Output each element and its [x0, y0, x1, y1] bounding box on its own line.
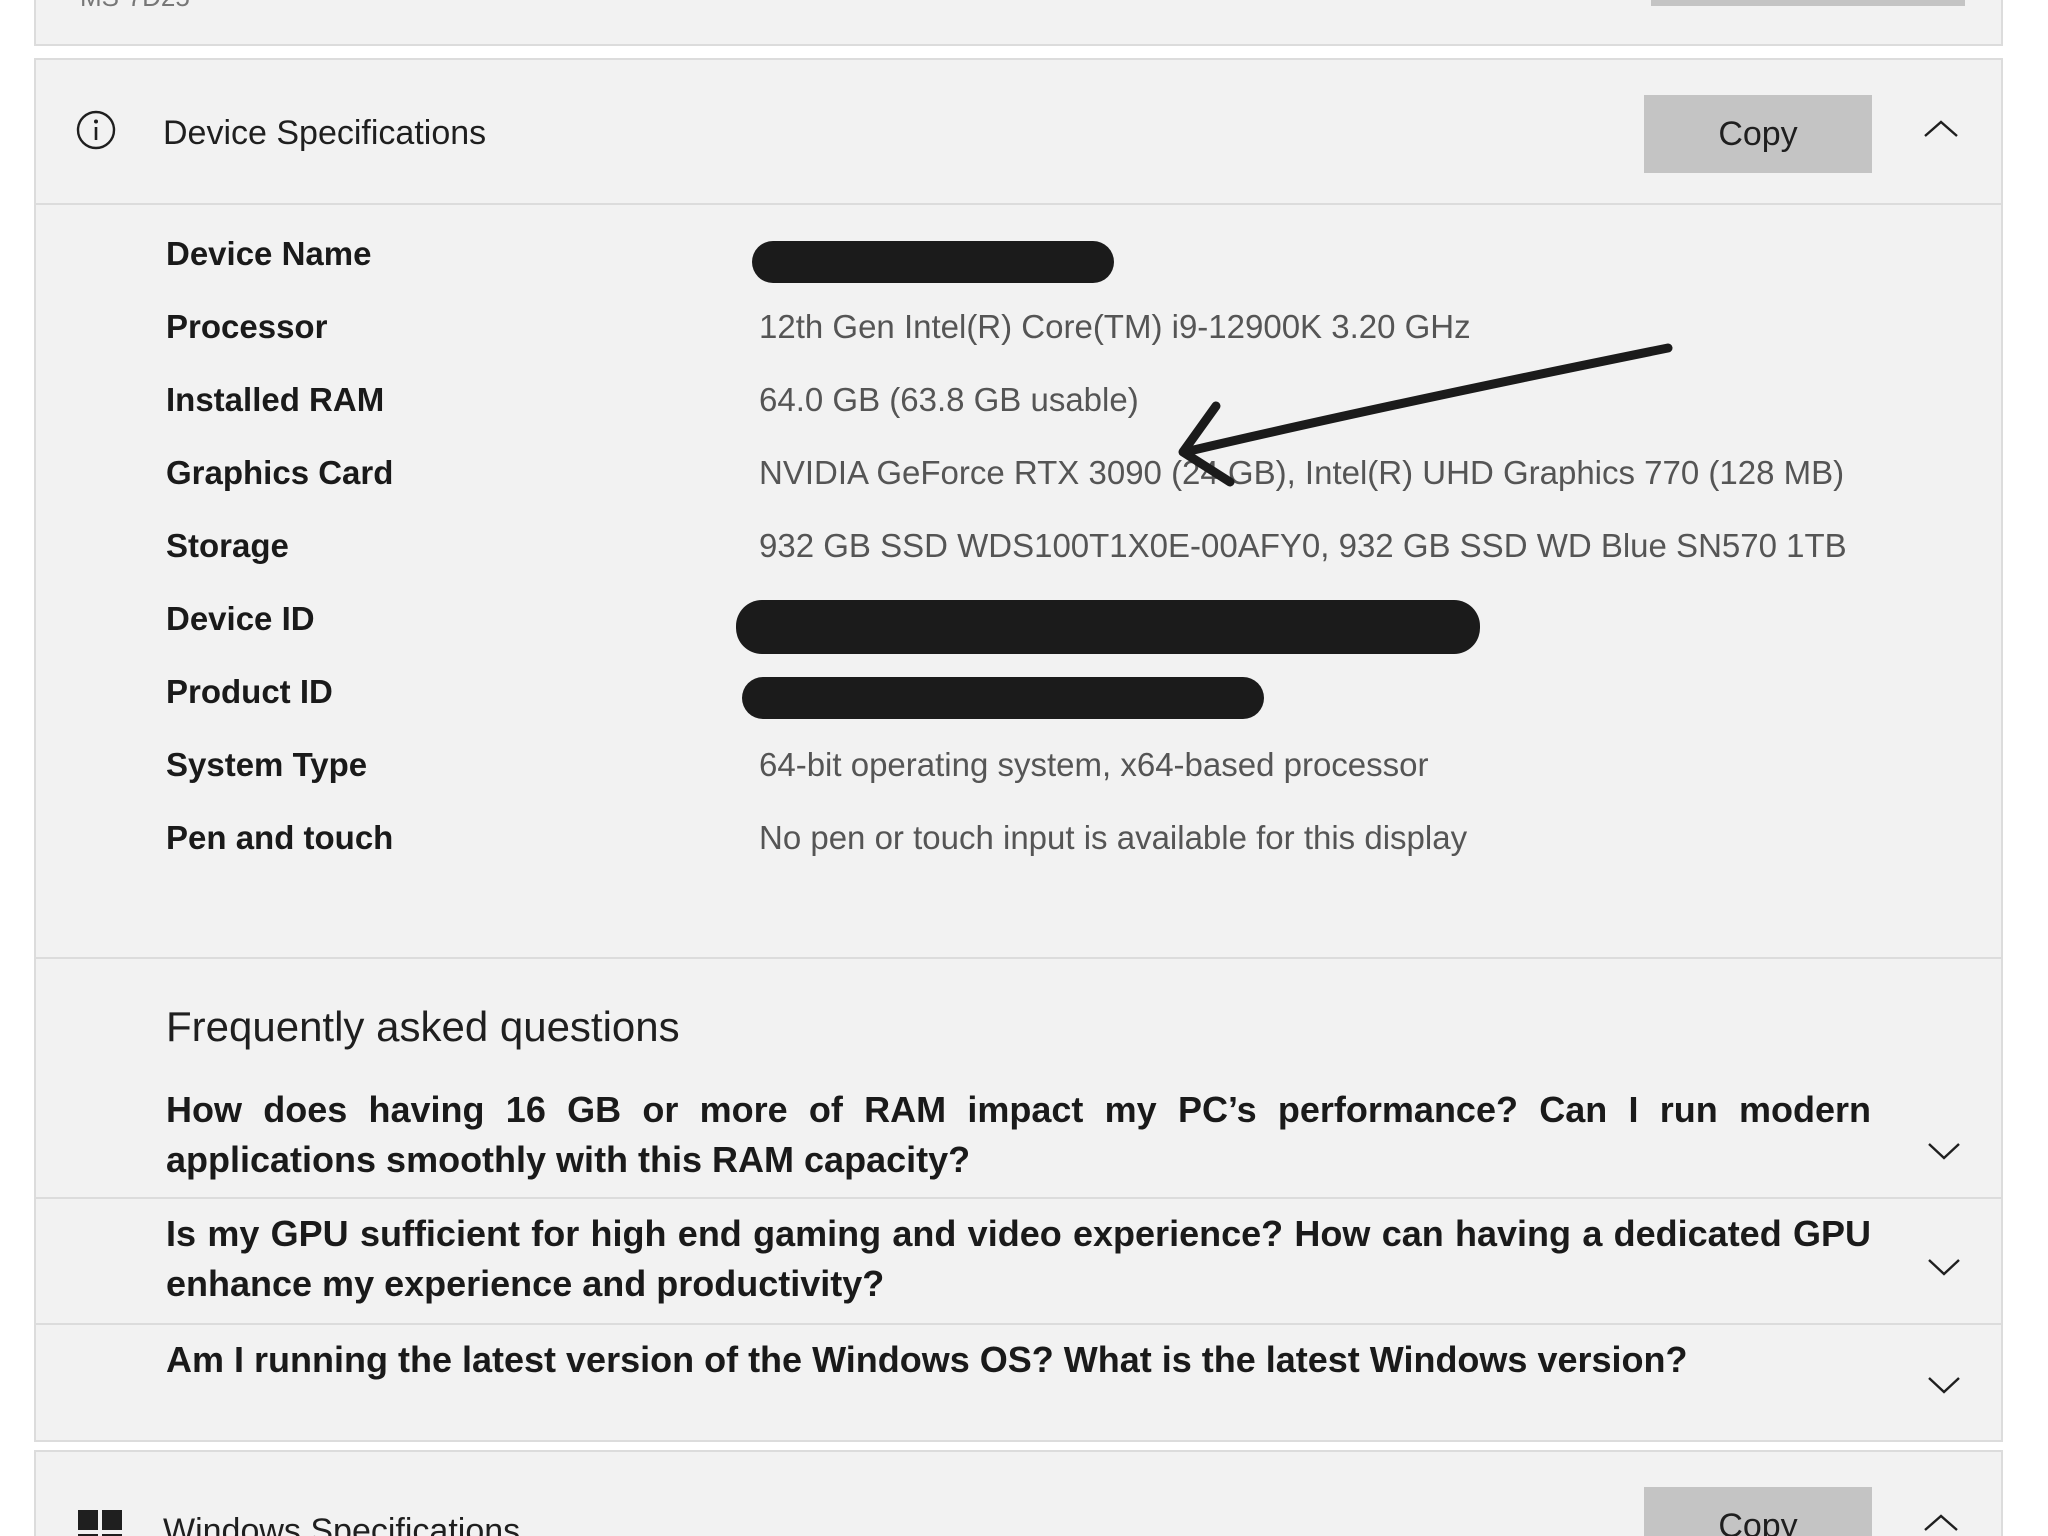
spec-label: Processor: [166, 308, 328, 345]
spec-label: Installed RAM: [166, 381, 385, 418]
spec-value: 64-bit operating system, x64-based proce…: [759, 746, 1429, 783]
chevron-down-icon[interactable]: [1926, 1373, 1962, 1397]
previous-card-partial: MS-7D25: [34, 0, 2003, 46]
spec-value: NVIDIA GeForce RTX 3090 (24 GB), Intel(R…: [759, 454, 1845, 491]
spec-row-installed-ram: Installed RAM 64.0 GB (63.8 GB usable): [36, 367, 2001, 440]
spec-row-processor: Processor 12th Gen Intel(R) Core(TM) i9-…: [36, 294, 2001, 367]
info-icon: [76, 110, 116, 150]
spec-row-pen-and-touch: Pen and touch No pen or touch input is a…: [36, 805, 2001, 878]
spec-label: Storage: [166, 527, 289, 564]
spec-row-device-name: Device Name: [36, 221, 2001, 294]
redaction-mark: [742, 677, 1264, 719]
spec-row-graphics-card: Graphics Card NVIDIA GeForce RTX 3090 (2…: [36, 440, 2001, 513]
chevron-down-icon[interactable]: [1926, 1255, 1962, 1279]
spec-row-system-type: System Type 64-bit operating system, x64…: [36, 732, 2001, 805]
faq-question: How does having 16 GB or more of RAM imp…: [166, 1089, 1871, 1180]
chevron-up-icon[interactable]: [1921, 114, 1961, 144]
faq-item[interactable]: Am I running the latest version of the W…: [36, 1325, 2001, 1435]
previous-card-copy-button[interactable]: [1651, 0, 1965, 6]
faq-question: Am I running the latest version of the W…: [166, 1339, 1688, 1380]
faq-item[interactable]: Is my GPU sufficient for high end gaming…: [36, 1199, 2001, 1325]
spec-label: Device ID: [166, 600, 315, 637]
spec-label: System Type: [166, 746, 368, 783]
windows-specifications-title: Windows Specifications: [163, 1512, 521, 1536]
redaction-mark: [752, 241, 1114, 283]
faq-item[interactable]: How does having 16 GB or more of RAM imp…: [36, 1069, 2001, 1199]
device-specs-list: Device Name Processor 12th Gen Intel(R) …: [36, 205, 2001, 959]
device-specifications-header[interactable]: Device Specifications Copy: [36, 60, 2001, 205]
chevron-down-icon[interactable]: [1926, 1139, 1962, 1163]
windows-specifications-card: Windows Specifications Copy: [34, 1450, 2003, 1536]
spec-value: 64.0 GB (63.8 GB usable): [759, 381, 1139, 418]
clipped-card-text: MS-7D25: [80, 0, 190, 13]
copy-windows-specs-button[interactable]: Copy: [1644, 1487, 1872, 1536]
faq-title: Frequently asked questions: [166, 1003, 680, 1050]
spec-label: Graphics Card: [166, 454, 394, 491]
device-specifications-title: Device Specifications: [163, 114, 487, 152]
spec-label: Device Name: [166, 235, 372, 272]
spec-row-storage: Storage 932 GB SSD WDS100T1X0E-00AFY0, 9…: [36, 513, 2001, 586]
redaction-mark: [736, 600, 1480, 654]
copy-device-specs-button[interactable]: Copy: [1644, 95, 1872, 173]
spec-label: Pen and touch: [166, 819, 394, 856]
spec-value: No pen or touch input is available for t…: [759, 819, 1468, 856]
spec-row-product-id: Product ID: [36, 659, 2001, 732]
spec-label: Product ID: [166, 673, 333, 710]
device-specifications-card: Device Specifications Copy Device Name P…: [34, 58, 2003, 1442]
spec-value: 12th Gen Intel(R) Core(TM) i9-12900K 3.2…: [759, 308, 1471, 345]
page: MS-7D25 Device Specifications Copy Devic…: [0, 0, 2048, 1536]
spec-row-device-id: Device ID: [36, 586, 2001, 659]
windows-logo-icon: [78, 1510, 122, 1536]
chevron-up-icon[interactable]: [1921, 1508, 1961, 1536]
faq-question: Is my GPU sufficient for high end gaming…: [166, 1213, 1871, 1304]
spec-value: 932 GB SSD WDS100T1X0E-00AFY0, 932 GB SS…: [759, 527, 1847, 564]
